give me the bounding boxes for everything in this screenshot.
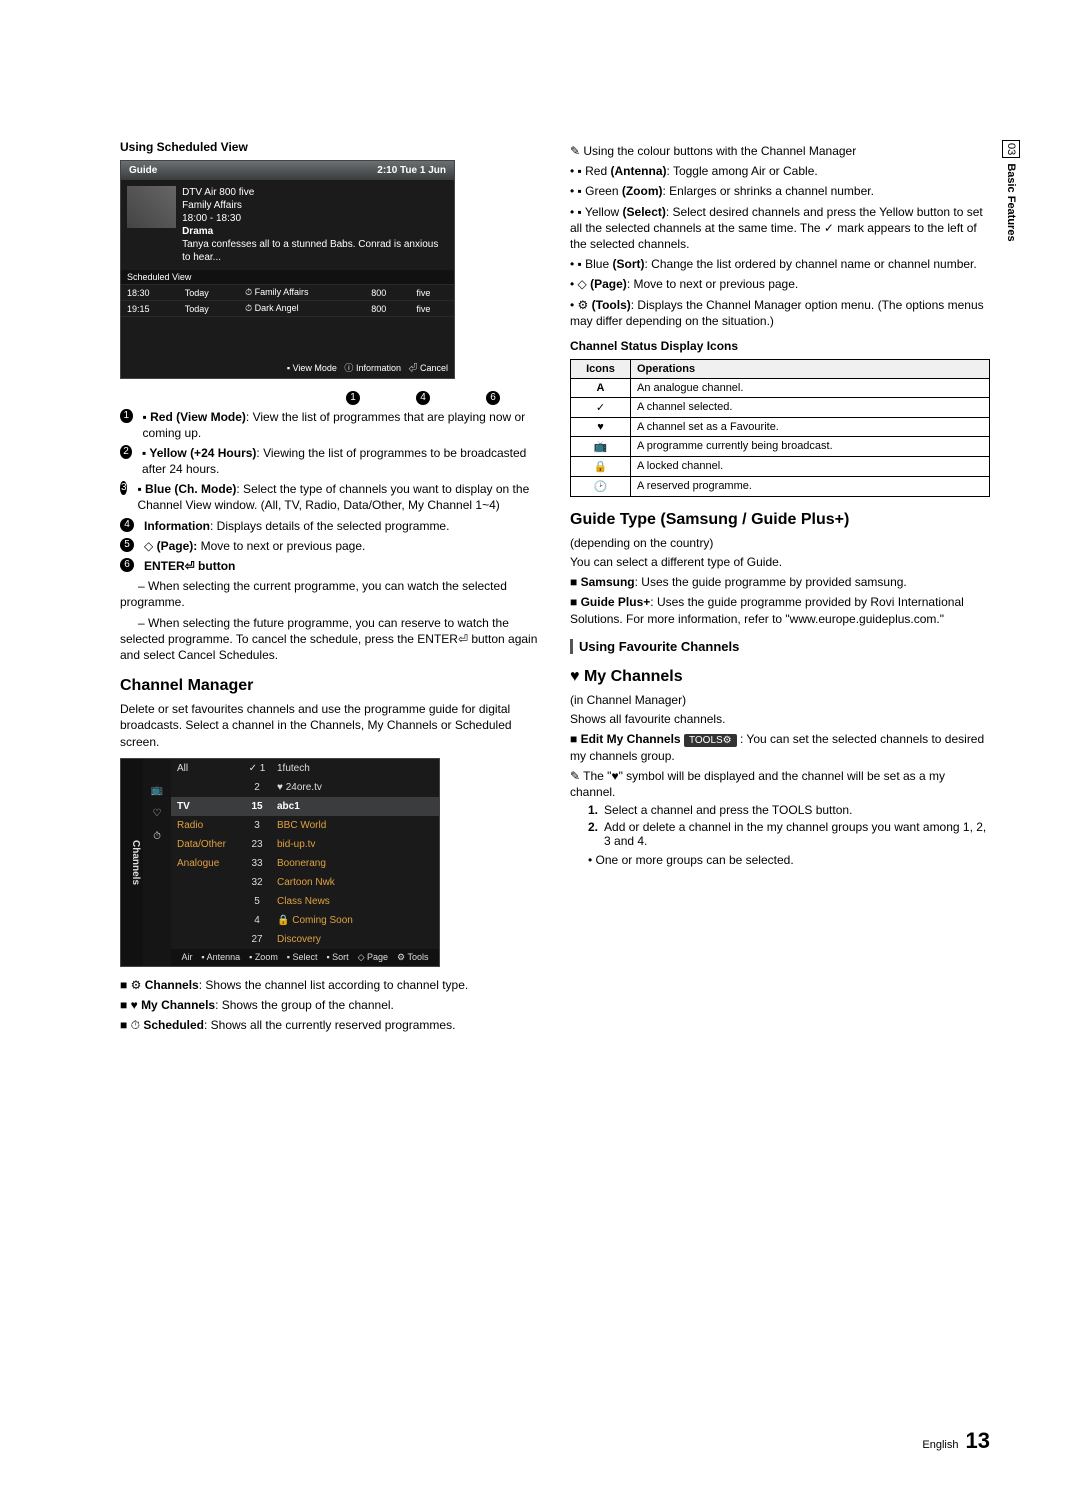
guide-title: Guide [129,165,157,176]
side-tab: 03 Basic Features [1002,140,1020,242]
page-footer: English 13 [922,1428,990,1454]
step-sub: One or more groups can be selected. [588,852,990,868]
cm-note: ⏱ Scheduled: Shows all the currently res… [120,1017,540,1033]
scheduled-view-header: Scheduled View [121,270,454,284]
right-column: Using the colour buttons with the Channe… [570,140,990,1037]
guide-row: 19:15 Today ⏱ Dark Angel 800 five [121,301,454,317]
tools-key: TOOLS⚙ [684,734,737,747]
enter-sub-1: When selecting the current programme, yo… [120,578,540,610]
colour-item: ▪ Blue (Sort): Change the list ordered b… [570,256,990,272]
channel-manager-intro: Delete or set favourites channels and us… [120,701,540,750]
guide-channel: DTV Air 800 five [182,186,448,199]
cm-note: ♥ My Channels: Shows the group of the ch… [120,997,540,1013]
cm-side-label: Channels [121,759,143,966]
clock-icon: ⏱ [153,831,161,842]
step-1: 1.Select a channel and press the TOOLS b… [588,803,990,817]
colour-item: ▪ Green (Zoom): Enlarges or shrinks a ch… [570,183,990,199]
guide-genre: Drama [182,225,448,238]
channel-manager-screenshot: Channels 📺 ♡ ⏱ All✓ 11futech 2♥ 24ore.tv… [120,758,440,967]
left-column: Using Scheduled View Guide 2:10 Tue 1 Ju… [120,140,540,1037]
callout-row: 1 4 6 [120,391,540,405]
channel-manager-title: Channel Manager [120,677,540,695]
my-channels-title: ♥ My Channels [570,668,990,686]
colour-item: ◇ (Page): Move to next or previous page. [570,276,990,292]
section-number: 03 [1002,140,1020,158]
guide-type-title: Guide Type (Samsung / Guide Plus+) [570,511,990,529]
guide-footer: ▪ View Mode ⓘ Information ⏎ Cancel [121,357,454,378]
page: Using Scheduled View Guide 2:10 Tue 1 Ju… [0,0,1080,1097]
using-scheduled-view-title: Using Scheduled View [120,140,540,154]
edit-my-channels: Edit My Channels TOOLS⚙ : You can set th… [570,731,990,764]
guide-type-note: (depending on the country) [570,535,990,551]
tv-icon: 📺 [151,785,163,796]
guide-time: 18:00 - 18:30 [182,212,448,225]
guide-synopsis: Tanya confesses all to a stunned Babs. C… [182,238,448,264]
heart-icon: ♡ [153,808,162,819]
guide-type-item: Samsung: Uses the guide programme by pro… [570,574,990,590]
colour-intro: Using the colour buttons with the Channe… [570,143,990,159]
page-number: 13 [966,1428,990,1453]
cm-note: ⚙ Channels: Shows the channel list accor… [120,977,540,993]
cm-footer: Air ▪ Antenna ▪ Zoom ▪ Select ▪ Sort ◇ P… [171,949,439,966]
guide-table: 18:30 Today ⏱ Family Affairs 800 five 19… [121,284,454,357]
numbered-options: 1▪ Red (View Mode): View the list of pro… [120,409,540,575]
guide-clock: 2:10 Tue 1 Jun [377,165,446,176]
step-2: 2.Add or delete a channel in the my chan… [588,820,990,848]
guide-type-item: Guide Plus+: Uses the guide programme pr… [570,594,990,626]
thumbnail [127,186,176,228]
cm-icon-column: 📺 ♡ ⏱ [143,759,171,966]
enter-sub-2: When selecting the future programme, you… [120,615,540,664]
icons-table: IconsOperations AAn analogue channel. ✓A… [570,359,990,497]
section-label: Basic Features [1005,163,1017,241]
guide-row: 18:30 Today ⏱ Family Affairs 800 five [121,285,454,301]
guide-type-intro: You can select a different type of Guide… [570,554,990,570]
colour-item: ▪ Red (Antenna): Toggle among Air or Cab… [570,163,990,179]
icons-title: Channel Status Display Icons [570,339,990,353]
guide-programme: Family Affairs [182,199,448,212]
heart-note: The "♥" symbol will be displayed and the… [570,768,990,800]
colour-item: ▪ Yellow (Select): Select desired channe… [570,204,990,253]
favourite-title: Using Favourite Channels [570,639,990,654]
my-channels-intro: Shows all favourite channels. [570,711,990,727]
guide-screenshot: Guide 2:10 Tue 1 Jun DTV Air 800 five Fa… [120,160,455,379]
colour-item: ⚙ (Tools): Displays the Channel Manager … [570,297,990,329]
my-channels-in: (in Channel Manager) [570,692,990,708]
